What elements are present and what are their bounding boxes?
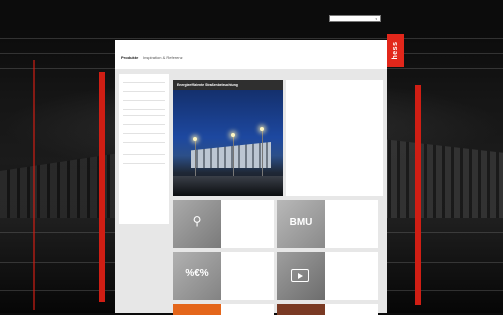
logo-text: hess	[392, 41, 399, 60]
chevron-down-icon: ▾	[375, 17, 377, 21]
street-lamp-pole	[195, 140, 196, 176]
hero-text-panel	[286, 80, 383, 196]
language-select[interactable]: ▾	[329, 15, 381, 22]
hero-image[interactable]	[173, 90, 283, 196]
teaser-tile-next[interactable]	[325, 304, 378, 315]
tile-thumb: BMU	[277, 200, 325, 248]
hero-building	[191, 142, 271, 168]
teaser-tile-next[interactable]	[277, 304, 325, 315]
bmu-logo: BMU	[289, 217, 313, 228]
teaser-tile[interactable]: ⚲	[173, 200, 274, 248]
teaser-tile-next[interactable]	[173, 304, 221, 315]
play-icon	[291, 269, 309, 282]
teaser-tile-next[interactable]	[221, 304, 274, 315]
street-lamp-light	[260, 127, 264, 131]
hero-title: Energieeffiziente Straßenbeleuchtung	[177, 83, 238, 87]
page-header: Produkte Inspiration & Referenz hess	[115, 34, 404, 69]
page-container: Produkte Inspiration & Referenz hess Ene…	[115, 34, 404, 315]
tile-thumb	[277, 252, 325, 300]
street-lamp-pole	[233, 136, 234, 176]
red-light-bar	[415, 85, 421, 305]
tab-produkte[interactable]: Produkte	[121, 55, 138, 60]
red-light-bar	[99, 72, 105, 302]
hero-road	[173, 176, 283, 196]
teaser-tile[interactable]: %€%	[173, 252, 274, 300]
red-light-bar	[33, 60, 35, 310]
hess-logo[interactable]: hess	[387, 34, 404, 67]
hero-title-bar: Energieeffiziente Straßenbeleuchtung	[173, 80, 283, 90]
tab-inspiration[interactable]: Inspiration & Referenz	[143, 55, 183, 60]
tile-thumb: %€%	[173, 252, 221, 300]
street-lamp-light	[193, 137, 197, 141]
top-bar: ▾	[0, 0, 503, 32]
sidebar-nav	[119, 74, 169, 224]
street-lamp-light	[231, 133, 235, 137]
street-lamp-pole	[262, 130, 263, 176]
percent-euro-icon: %€%	[185, 268, 209, 279]
tile-thumb: ⚲	[173, 200, 221, 248]
lamp-icon: ⚲	[192, 214, 202, 228]
teaser-tile[interactable]: BMU	[277, 200, 378, 248]
teaser-tile[interactable]	[277, 252, 378, 300]
